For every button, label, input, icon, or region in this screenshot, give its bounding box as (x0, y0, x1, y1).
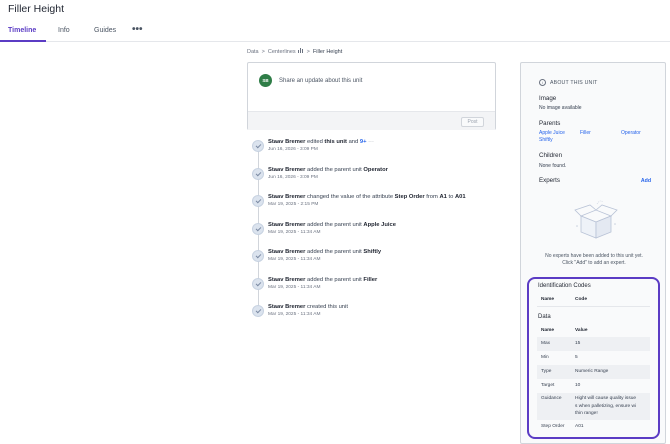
timeline-date: Jun 16, 2026 - 3:09 PM (268, 147, 318, 152)
empty-box-illustration (574, 200, 618, 239)
post-update-box: SB Share an update about this unit Post (247, 62, 496, 130)
breadcrumb-current: Filler Height (312, 49, 343, 55)
table-row: Guidance Hight will cause quality issue … (537, 393, 650, 420)
timeline-text: Staav Bremer added the parent unit Shift… (268, 249, 382, 255)
check-icon (252, 223, 264, 235)
avatar: SB (259, 74, 272, 87)
timeline-text: Staav Bremer edited this unit and 9+ ··· (268, 139, 374, 145)
timeline-date: Mar 19, 2025 - 11:34 AM (268, 312, 321, 317)
parents-label: Parents (539, 120, 561, 127)
children-value: None found. (539, 163, 567, 169)
column-header-code: Code (575, 297, 587, 302)
tab-timeline[interactable]: Timeline (8, 27, 36, 34)
column-header-name: Name (541, 297, 555, 302)
table-row: Target 10 (541, 383, 581, 388)
post-input-placeholder[interactable]: Share an update about this unit (279, 78, 362, 84)
add-expert-button[interactable]: Add (641, 178, 651, 184)
image-value: No image available (539, 105, 582, 111)
timeline-date: Mar 19, 2025 - 11:34 AM (268, 285, 321, 290)
parent-link-apple-juice[interactable]: Apple Juice (539, 130, 565, 136)
bar-chart-icon (297, 48, 304, 55)
table-row: Min 5 (541, 355, 578, 360)
tab-info[interactable]: Info (58, 27, 70, 34)
column-header-name: Name (541, 328, 555, 333)
timeline-date: Mar 19, 2025 - 11:34 AM (268, 230, 321, 235)
more-options-button[interactable]: ••• (132, 24, 143, 35)
check-icon (252, 250, 264, 262)
post-footer: Post (248, 111, 495, 130)
timeline-date: Jun 16, 2026 - 3:09 PM (268, 175, 318, 180)
check-icon (252, 195, 264, 207)
breadcrumb-centerlines[interactable]: Centerlines (268, 49, 296, 55)
info-icon: i (539, 79, 546, 86)
table-row: Max 15 (537, 337, 650, 351)
parent-link-filler[interactable]: Filler (580, 130, 591, 136)
breadcrumb: Data > Centerlines > Filler Height (247, 48, 342, 55)
timeline-text: Staav Bremer created this unit (268, 304, 348, 310)
column-header-value: Value (575, 328, 588, 333)
data-title: Data (538, 314, 551, 320)
data-table: Name Value Max 15 Min 5 Type Numeric Ran… (537, 324, 650, 434)
timeline-text: Staav Bremer added the parent unit Apple… (268, 222, 396, 228)
about-heading: ABOUT THIS UNIT (550, 80, 598, 86)
table-row: Type Numeric Range (537, 365, 650, 379)
children-label: Children (539, 152, 563, 159)
image-label: Image (539, 95, 557, 102)
page-title: Filler Height (8, 3, 65, 15)
identification-codes-table: Name Code (537, 293, 650, 307)
timeline-text: Staav Bremer added the parent unit Opera… (268, 167, 388, 173)
check-icon (252, 140, 264, 152)
identification-codes-title: Identification Codes (538, 283, 591, 289)
no-experts-message: No experts have been added to this unit … (545, 253, 643, 266)
table-row: Step Order A01 (541, 423, 584, 429)
post-input-area[interactable]: SB Share an update about this unit (248, 63, 495, 111)
timeline-text: Staav Bremer changed the value of the at… (268, 194, 466, 200)
breadcrumb-data[interactable]: Data (247, 49, 259, 55)
check-icon (252, 278, 264, 290)
active-tab-indicator (0, 40, 46, 42)
chevron-right-icon: > (261, 49, 265, 55)
tab-bar: Timeline Info Guides ••• (0, 24, 670, 42)
chevron-right-icon: > (306, 49, 310, 55)
check-icon (252, 305, 264, 317)
timeline-date: Mar 19, 2025 - 2:15 PM (268, 202, 319, 207)
post-button[interactable]: Post (461, 117, 484, 127)
parent-link-operator[interactable]: Operator (621, 130, 641, 136)
parent-link-shiftly[interactable]: Shiftly (539, 137, 553, 143)
check-icon (252, 168, 264, 180)
timeline-date: Mar 19, 2025 - 11:34 AM (268, 257, 321, 262)
tab-guides[interactable]: Guides (94, 27, 116, 34)
timeline-text: Staav Bremer added the parent unit Fille… (268, 277, 378, 283)
experts-label: Experts (539, 177, 560, 184)
